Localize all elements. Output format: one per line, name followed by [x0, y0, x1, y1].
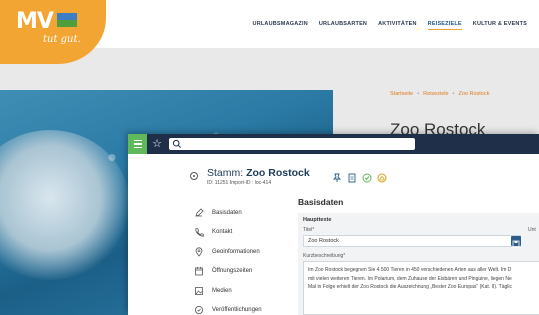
cms-topbar: ☆	[128, 134, 539, 154]
sidebar-item-label: Veröffentlichungen	[212, 307, 262, 314]
search-input[interactable]	[183, 139, 411, 149]
sidebar-item-label: Öffnungszeiten	[212, 268, 253, 275]
sidebar-item-oeffnungszeiten[interactable]: Öffnungszeiten	[194, 262, 284, 282]
hamburger-menu-button[interactable]	[128, 134, 147, 154]
nav-item-kultur-events[interactable]: KULTUR & EVENTS	[473, 21, 527, 30]
entity-ids: ID: 11251 Import-ID : loc-414	[207, 180, 272, 186]
sidebar-item-label: Kontakt	[212, 229, 233, 236]
nav-item-urlaubsmagazin[interactable]: URLAUBSMAGAZIN	[253, 21, 308, 30]
sidebar-item-geoinformationen[interactable]: Geoinformationen	[194, 242, 284, 262]
document-icon[interactable]	[347, 170, 357, 183]
logo-tagline: tut gut.	[43, 34, 81, 45]
phone-icon	[195, 228, 204, 237]
star-icon[interactable]: ☆	[150, 137, 164, 151]
image-icon	[195, 286, 203, 295]
sidebar-item-label: Basisdaten	[212, 209, 242, 216]
section-title: Basisdaten	[298, 197, 344, 207]
site-header: MV tut gut. URLAUBSMAGAZIN URLAUBSARTEN …	[0, 0, 539, 64]
calendar-icon	[195, 267, 203, 276]
breadcrumb: Startseite • Reiseziele • Zoo Rostock	[390, 91, 489, 97]
pencil-icon	[195, 208, 204, 217]
untertitel-label: Unt	[528, 227, 536, 233]
status-check-icon[interactable]	[362, 170, 372, 183]
kurzbeschreibung-field[interactable]: Im Zoo Rostock begegnen Sie 4.500 Tieren…	[303, 261, 539, 315]
content-area: Basisdaten Haupttexte Titel* Unt Zoo Ros…	[298, 197, 539, 315]
sidebar-item-basisdaten[interactable]: Basisdaten	[194, 203, 284, 223]
sidebar-item-label: Medien	[212, 287, 232, 294]
breadcrumb-item[interactable]: Reiseziele	[423, 91, 448, 97]
save-icon[interactable]	[511, 236, 521, 248]
breadcrumb-separator: •	[452, 91, 455, 97]
flag-icon	[57, 13, 77, 27]
kurzbeschreibung-line: Im Zoo Rostock begegnen Sie 4.500 Tieren…	[308, 267, 512, 273]
pin-icon[interactable]	[332, 170, 342, 182]
nav-item-urlaubsarten[interactable]: URLAUBSARTEN	[319, 21, 367, 30]
panel-heading: Haupttexte	[303, 217, 332, 223]
kurzbeschreibung-label: Kurzbeschreibung*	[303, 253, 346, 259]
nav-item-aktivitaeten[interactable]: AKTIVITÄTEN	[378, 21, 417, 30]
cms-sidebar: Basisdaten Kontakt Geoinformationen Öffn…	[194, 203, 284, 315]
search-box	[169, 138, 415, 150]
entity-title: Stamm: Zoo Rostock	[207, 167, 310, 179]
entity-title-name: Zoo Rostock	[246, 167, 310, 179]
home-icon[interactable]	[377, 170, 387, 183]
mv-logo[interactable]: MV tut gut.	[0, 0, 106, 64]
logo-brand: MV	[16, 9, 54, 34]
main-nav: URLAUBSMAGAZIN URLAUBSARTEN AKTIVITÄTEN …	[253, 21, 527, 30]
location-icon	[190, 172, 198, 180]
breadcrumb-item[interactable]: Startseite	[390, 91, 413, 97]
sidebar-item-label: Geoinformationen	[212, 248, 260, 255]
globe-icon	[195, 306, 203, 315]
breadcrumb-item[interactable]: Zoo Rostock	[458, 91, 489, 97]
kurzbeschreibung-line: Mal in Folge erhielt der Zoo Rostock die…	[308, 284, 513, 290]
kurzbeschreibung-line: mit vielen weiteren Tieren. Im Polarium,…	[308, 275, 512, 282]
sidebar-item-kontakt[interactable]: Kontakt	[194, 223, 284, 243]
entity-title-prefix: Stamm:	[207, 167, 244, 179]
haupttexte-panel: Haupttexte Titel* Unt Zoo Rostock Kurzbe…	[298, 213, 539, 315]
breadcrumb-separator: •	[417, 91, 420, 97]
nav-item-reiseziele[interactable]: REISEZIELE	[427, 21, 462, 30]
titel-field[interactable]: Zoo Rostock	[303, 235, 521, 247]
map-pin-icon	[195, 247, 203, 257]
sidebar-item-medien[interactable]: Medien	[194, 281, 284, 301]
search-icon	[172, 139, 181, 148]
titel-label: Titel*	[303, 227, 315, 233]
entity-actions	[332, 170, 387, 183]
sidebar-item-veroeffentlichungen[interactable]: Veröffentlichungen	[194, 301, 284, 315]
cms-window: ☆ Stamm: Zoo Rostock ID: 11251 Import-ID…	[128, 134, 539, 315]
